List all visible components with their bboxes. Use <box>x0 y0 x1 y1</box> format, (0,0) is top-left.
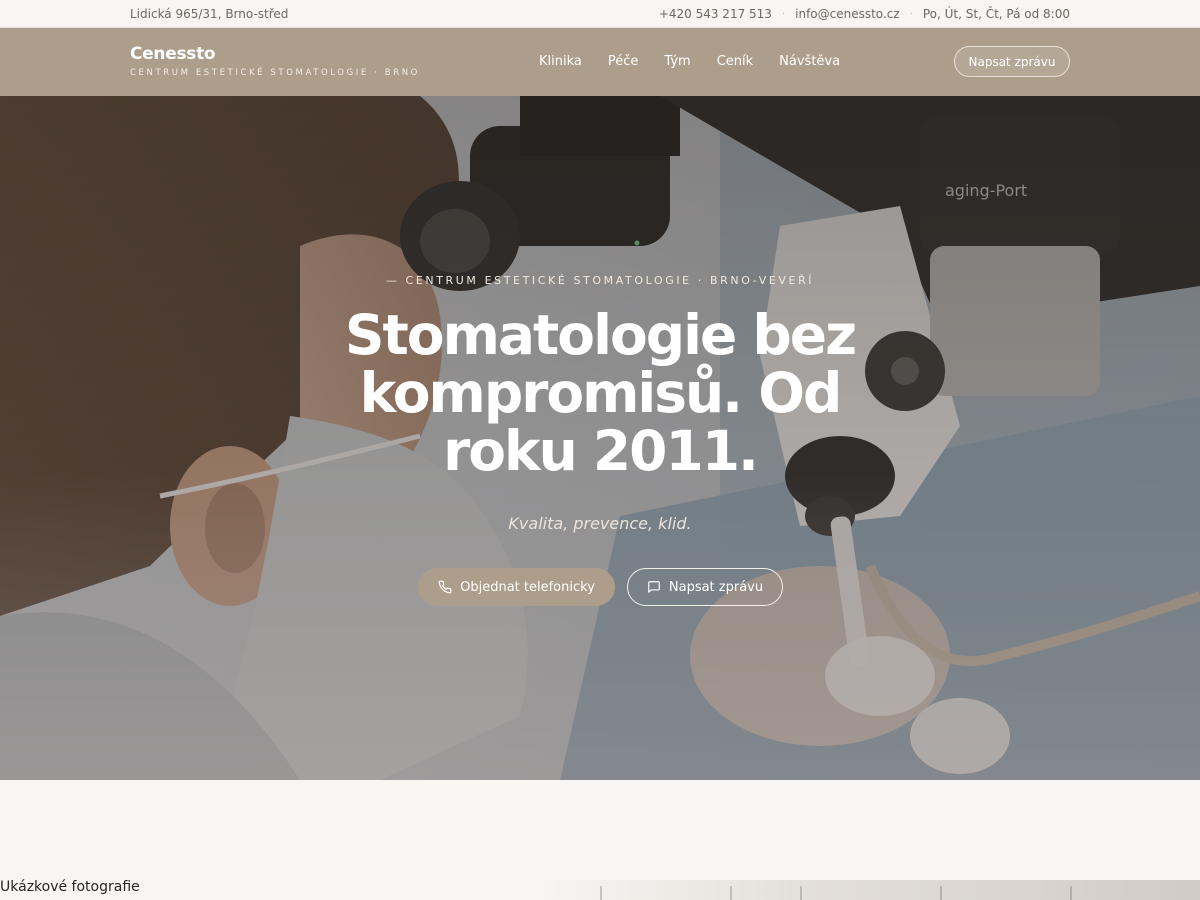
nav-link-tym[interactable]: Tým <box>664 54 690 69</box>
brand-logo[interactable]: Cenessto CENTRUM ESTETICKÉ STOMATOLOGIE … <box>130 44 420 78</box>
order-by-phone-button[interactable]: Objednat telefonicky <box>418 568 615 606</box>
decorative-line <box>1070 886 1072 900</box>
brand-tagline: CENTRUM ESTETICKÉ STOMATOLOGIE · BRNO <box>130 68 420 78</box>
chat-icon <box>648 581 660 593</box>
address-text: Lidická 965/31, Brno-střed <box>130 7 289 21</box>
write-message-hero-label: Napsat zprávu <box>668 579 764 595</box>
order-by-phone-label: Objednat telefonicky <box>460 579 595 595</box>
decorative-line <box>940 886 942 900</box>
hero-section: aging-Port — CENTRUM ESTETICKÉ STOMATOLO… <box>0 96 1200 780</box>
nav-link-cenik[interactable]: Ceník <box>717 54 753 69</box>
sample-photos-note: Ukázkové fotografie <box>0 879 140 895</box>
write-message-hero-button[interactable]: Napsat zprávu <box>627 568 783 606</box>
hero-title: Stomatologie bez kompromisů. Od roku 201… <box>344 303 857 483</box>
separator: · <box>909 8 913 20</box>
write-message-nav-button[interactable]: Napsat zprávu <box>954 46 1070 77</box>
opening-hours: Po, Út, St, Čt, Pá od 8:00 <box>922 7 1070 21</box>
hero-subtitle: Kvalita, prevence, klid. <box>508 514 692 533</box>
decorative-line <box>600 886 602 900</box>
phone-link[interactable]: +420 543 217 513 <box>659 7 772 21</box>
next-section-image-edge <box>540 880 1200 900</box>
email-link[interactable]: info@cenessto.cz <box>795 7 900 21</box>
contact-info: +420 543 217 513 · info@cenessto.cz · Po… <box>659 7 1070 21</box>
top-info-bar: Lidická 965/31, Brno-střed +420 543 217 … <box>0 0 1200 28</box>
hero-content: — CENTRUM ESTETICKÉ STOMATOLOGIE · BRNO-… <box>0 96 1200 780</box>
decorative-line <box>730 886 732 900</box>
hero-eyebrow: — CENTRUM ESTETICKÉ STOMATOLOGIE · BRNO-… <box>385 274 815 287</box>
main-navbar: Cenessto CENTRUM ESTETICKÉ STOMATOLOGIE … <box>0 28 1200 96</box>
phone-icon <box>438 580 452 594</box>
nav-links: Klinika Péče Tým Ceník Návštěva <box>539 54 840 69</box>
decorative-line <box>800 886 802 900</box>
nav-link-pece[interactable]: Péče <box>608 54 639 69</box>
nav-link-navsteva[interactable]: Návštěva <box>779 54 840 69</box>
brand-name: Cenessto <box>130 44 216 64</box>
separator: · <box>781 8 786 20</box>
nav-link-klinika[interactable]: Klinika <box>539 54 582 69</box>
